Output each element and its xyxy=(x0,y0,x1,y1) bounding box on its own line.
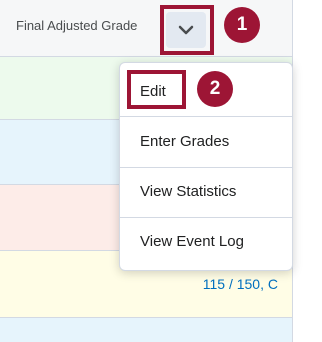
menu-item-view-statistics[interactable]: View Statistics xyxy=(120,167,292,217)
grade-row xyxy=(0,318,292,342)
menu-item-label: View Event Log xyxy=(140,233,244,250)
menu-item-label: View Statistics xyxy=(140,183,237,200)
step-badge-2: 2 xyxy=(197,71,233,107)
column-header-title: Final Adjusted Grade xyxy=(16,18,138,33)
menu-item-enter-grades[interactable]: Enter Grades xyxy=(120,117,292,167)
highlight-box-chevron xyxy=(160,5,214,55)
menu-item-view-event-log[interactable]: View Event Log xyxy=(120,217,292,267)
step-badge-1: 1 xyxy=(224,7,260,43)
grade-value-link[interactable]: 115 / 150, C xyxy=(203,276,278,292)
menu-item-label: Enter Grades xyxy=(140,133,230,150)
highlight-box-edit xyxy=(127,70,186,109)
